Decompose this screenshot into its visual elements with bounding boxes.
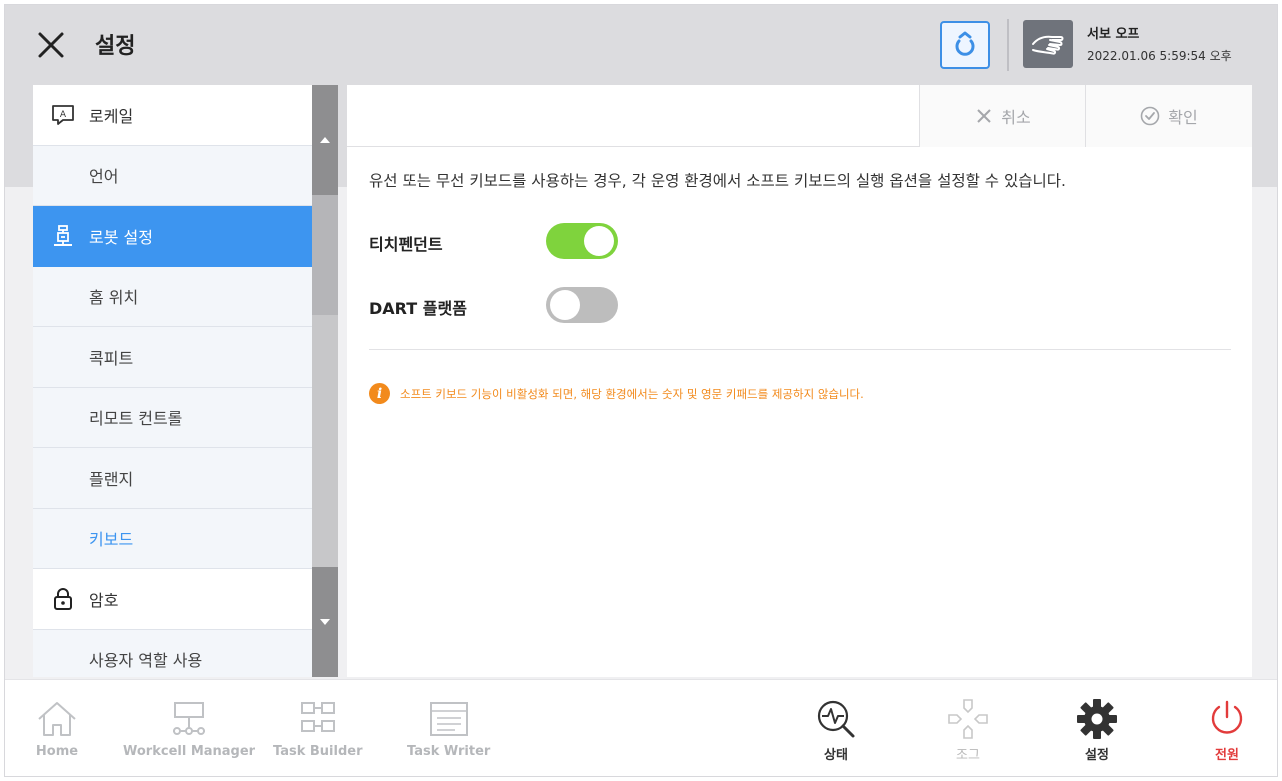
nav-label: Task Writer bbox=[407, 744, 491, 759]
sidebar-item-label: 플랜지 bbox=[89, 469, 134, 489]
header: 설정 서보 오프 2022.01.06 5:59:54 오후 bbox=[5, 5, 1277, 83]
robot-icon bbox=[49, 224, 77, 248]
nav-label: Task Builder bbox=[273, 744, 363, 759]
option-label-teach-pendant: 티치펜던트 bbox=[369, 235, 443, 254]
option-label-dart-platform: DART 플랫폼 bbox=[369, 299, 467, 318]
sidebar-item-label: 암호 bbox=[89, 590, 119, 610]
sidebar-item-label: 로케일 bbox=[89, 106, 134, 126]
sidebar: A 로케일 언어 로봇 설정 홈 위치 콕피트 리모트 컨트롤 플랜지 키보드 … bbox=[33, 85, 338, 677]
confirm-label: 확인 bbox=[1168, 108, 1198, 127]
nav-label: 상태 bbox=[824, 748, 848, 763]
notice-text: 소프트 키보드 기능이 비활성화 되면, 해당 환경에서는 숫자 및 영문 키패… bbox=[400, 386, 864, 401]
hand-icon bbox=[1032, 35, 1064, 55]
check-circle-icon bbox=[1140, 106, 1160, 126]
sidebar-item-label: 콕피트 bbox=[89, 348, 134, 368]
bottom-nav: Home Workcell Manager Task Builder Task … bbox=[5, 679, 1277, 776]
sidebar-item-user-roles[interactable]: 사용자 역할 사용 bbox=[33, 629, 312, 677]
close-button[interactable] bbox=[31, 25, 71, 65]
sidebar-scrollbar[interactable] bbox=[312, 85, 338, 677]
lock-icon bbox=[49, 587, 77, 611]
task-builder-icon bbox=[300, 702, 335, 732]
content-panel: 취소 확인 유선 또는 무선 키보드를 사용하는 경우, 각 운영 환경에서 소… bbox=[347, 85, 1252, 677]
sidebar-item-robot-settings[interactable]: 로봇 설정 bbox=[33, 206, 312, 267]
home-icon bbox=[38, 702, 76, 736]
nav-label: Home bbox=[35, 744, 79, 759]
close-icon bbox=[38, 32, 64, 58]
sidebar-item-remote-control[interactable]: 리모트 컨트롤 bbox=[33, 387, 312, 448]
header-divider bbox=[1007, 19, 1009, 71]
nav-task-writer[interactable]: Task Writer bbox=[407, 694, 490, 759]
nav-status[interactable]: 상태 bbox=[813, 694, 859, 763]
nav-power[interactable]: 전원 bbox=[1205, 694, 1249, 763]
nav-workcell-manager[interactable]: Workcell Manager bbox=[123, 694, 255, 759]
sidebar-item-home-position[interactable]: 홈 위치 bbox=[33, 266, 312, 327]
nav-label: Workcell Manager bbox=[123, 744, 256, 759]
scroll-up-button[interactable] bbox=[312, 85, 338, 195]
task-writer-icon bbox=[429, 702, 468, 736]
sidebar-item-locale[interactable]: A 로케일 bbox=[33, 85, 312, 146]
sidebar-item-keyboard[interactable]: 키보드 bbox=[33, 508, 312, 569]
power-icon bbox=[1211, 700, 1243, 734]
sidebar-item-language[interactable]: 언어 bbox=[33, 145, 312, 206]
info-icon: i bbox=[369, 383, 390, 404]
nav-home[interactable]: Home bbox=[35, 694, 79, 759]
servo-status: 서보 오프 bbox=[1087, 27, 1140, 42]
scroll-thumb[interactable] bbox=[312, 195, 338, 315]
nav-label: 조그 bbox=[956, 748, 980, 763]
sidebar-item-label: 언어 bbox=[89, 167, 119, 187]
nav-jog[interactable]: 조그 bbox=[945, 694, 991, 763]
sidebar-item-label: 키보드 bbox=[89, 530, 134, 550]
close-icon bbox=[977, 109, 991, 123]
caret-up-icon bbox=[320, 137, 330, 143]
reset-button[interactable] bbox=[940, 21, 990, 69]
reset-icon bbox=[955, 31, 975, 56]
page-title: 설정 bbox=[95, 34, 136, 59]
nav-task-builder[interactable]: Task Builder bbox=[273, 694, 362, 759]
datetime: 2022.01.06 5:59:54 오후 bbox=[1087, 49, 1232, 63]
app-window: 설정 서보 오프 2022.01.06 5:59:54 오후 A 로케일 언어 … bbox=[4, 4, 1278, 777]
toggle-dart-platform[interactable] bbox=[546, 287, 618, 323]
sidebar-item-label: 리모트 컨트롤 bbox=[89, 409, 183, 429]
nav-settings[interactable]: 설정 bbox=[1075, 694, 1119, 763]
caret-down-icon bbox=[320, 619, 330, 625]
sidebar-item-label: 홈 위치 bbox=[89, 288, 139, 308]
content-toolbar: 취소 확인 bbox=[347, 85, 1252, 147]
toggle-teach-pendant[interactable] bbox=[546, 223, 618, 259]
sidebar-item-label: 사용자 역할 사용 bbox=[89, 651, 203, 671]
toggle-knob bbox=[550, 290, 580, 320]
jog-icon bbox=[948, 699, 988, 739]
svg-text:A: A bbox=[60, 110, 67, 120]
status-icon bbox=[817, 700, 855, 738]
gear-icon bbox=[1077, 699, 1117, 739]
sidebar-item-cockpit[interactable]: 콕피트 bbox=[33, 327, 312, 388]
workcell-icon bbox=[173, 702, 206, 735]
sidebar-item-label: 로봇 설정 bbox=[89, 227, 153, 247]
confirm-button[interactable]: 확인 bbox=[1085, 85, 1252, 147]
nav-label: 설정 bbox=[1085, 748, 1109, 763]
sidebar-item-password[interactable]: 암호 bbox=[33, 569, 312, 630]
cancel-button[interactable]: 취소 bbox=[919, 85, 1086, 147]
servo-button[interactable] bbox=[1023, 20, 1073, 68]
locale-icon: A bbox=[49, 103, 77, 127]
notice: i 소프트 키보드 기능이 비활성화 되면, 해당 환경에서는 숫자 및 영문 … bbox=[369, 383, 864, 404]
divider bbox=[369, 349, 1231, 350]
scroll-down-button[interactable] bbox=[312, 567, 338, 677]
nav-label: 전원 bbox=[1215, 748, 1239, 763]
description-text: 유선 또는 무선 키보드를 사용하는 경우, 각 운영 환경에서 소프트 키보드… bbox=[369, 172, 1066, 190]
toggle-knob bbox=[584, 226, 614, 256]
sidebar-item-flange[interactable]: 플랜지 bbox=[33, 448, 312, 509]
cancel-label: 취소 bbox=[1001, 108, 1031, 127]
